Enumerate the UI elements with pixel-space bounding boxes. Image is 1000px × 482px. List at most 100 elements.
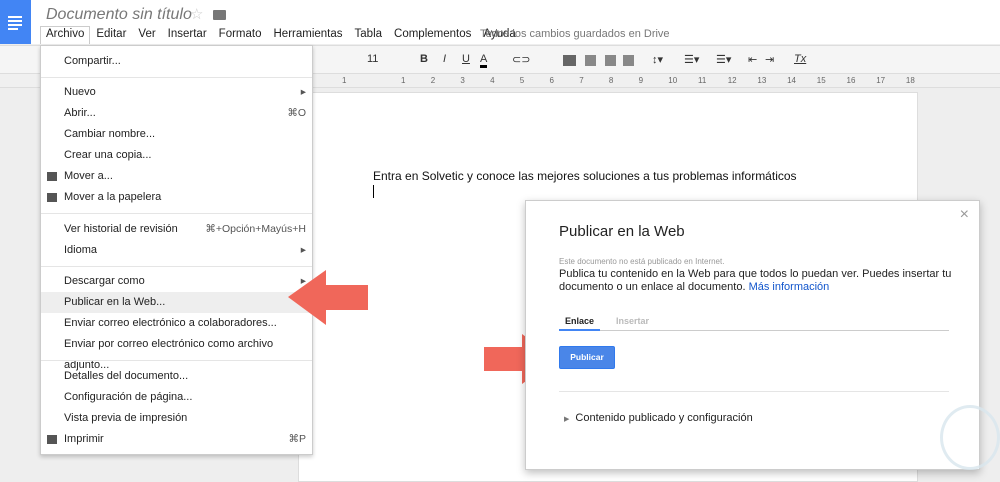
ruler-tick-label: 8 xyxy=(608,76,614,85)
menu-item-label: Idioma xyxy=(64,244,98,256)
ruler-tick-label: 1 xyxy=(342,76,347,85)
file-menu-item[interactable]: Cambiar nombre... xyxy=(41,124,312,145)
menu-tabla[interactable]: Tabla xyxy=(349,26,389,44)
folder-icon xyxy=(47,172,57,181)
menu-separator xyxy=(41,266,312,267)
published-content-expander[interactable]: ▶ Contenido publicado y configuración xyxy=(564,412,753,424)
file-menu-item[interactable]: Publicar en la Web... xyxy=(41,292,312,313)
menu-separator xyxy=(41,77,312,78)
menu-item-label: Vista previa de impresión xyxy=(64,412,188,424)
numbered-list-icon[interactable]: ☰▾ xyxy=(684,53,699,66)
ruler-tick-label: 7 xyxy=(579,76,584,85)
red-arrow-left xyxy=(288,270,368,325)
publish-button[interactable]: Publicar xyxy=(559,346,615,369)
menu-item-label: Cambiar nombre... xyxy=(64,128,156,140)
ruler-tick-label: 18 xyxy=(905,76,915,85)
folder-icon[interactable] xyxy=(213,10,226,20)
menu-herramientas[interactable]: Herramientas xyxy=(268,26,349,44)
print-icon xyxy=(47,435,57,444)
publish-status-note: Este documento no está publicado en Inte… xyxy=(559,257,725,266)
trash-icon xyxy=(47,193,57,202)
increase-indent-icon[interactable]: ⇥ xyxy=(765,53,774,66)
ruler-tick-label: 16 xyxy=(846,76,856,85)
menu-item-shortcut: ▸ xyxy=(300,244,306,256)
tab-enlace[interactable]: Enlace xyxy=(559,316,601,331)
file-menu-item[interactable]: Mover a... xyxy=(41,166,312,187)
expand-triangle-icon: ▶ xyxy=(564,416,570,423)
menu-complementos[interactable]: Complementos xyxy=(388,26,477,44)
menu-ver[interactable]: Ver xyxy=(132,26,161,44)
file-menu-item[interactable]: Detalles del documento... xyxy=(41,366,312,387)
align-center-icon[interactable] xyxy=(585,55,596,66)
font-size-select[interactable]: 11 xyxy=(367,53,378,65)
file-menu-item[interactable]: Enviar correo electrónico a colaboradore… xyxy=(41,313,312,334)
decrease-indent-icon[interactable]: ⇤ xyxy=(748,53,757,66)
menu-editar[interactable]: Editar xyxy=(90,26,132,44)
ruler-tick-label: 12 xyxy=(727,76,737,85)
file-menu-item[interactable]: Descargar como ▸ xyxy=(41,271,312,292)
menu-archivo[interactable]: Archivo xyxy=(40,26,91,44)
menu-item-shortcut: ⌘O xyxy=(287,107,306,119)
italic-button[interactable]: I xyxy=(443,53,446,65)
menu-item-label: Nuevo xyxy=(64,86,96,98)
text-cursor xyxy=(373,185,374,198)
file-menu-item[interactable]: Abrir... ⌘O xyxy=(41,103,312,124)
menu-item-label: Detalles del documento... xyxy=(64,370,189,382)
close-icon[interactable]: × xyxy=(960,206,969,224)
dialog-description: Publica tu contenido en la Web para que … xyxy=(559,268,959,294)
file-menu-item[interactable]: Compartir... xyxy=(41,51,312,72)
menu-separator xyxy=(41,213,312,214)
ruler-tick-label: 15 xyxy=(816,76,826,85)
align-left-icon[interactable] xyxy=(563,55,576,66)
document-body-text[interactable]: Entra en Solvetic y conoce las mejores s… xyxy=(373,169,797,183)
ruler-tick-label: 6 xyxy=(549,76,554,85)
menu-item-label: Mover a... xyxy=(64,170,113,182)
menu-item-label: Abrir... xyxy=(64,107,96,119)
ruler-tick-label: 5 xyxy=(519,76,525,85)
file-menu-item[interactable]: Crear una copia... xyxy=(41,145,312,166)
header: Documento sin título ☆ Archivo Editar Ve… xyxy=(0,0,1000,44)
ruler-tick-label: 2 xyxy=(430,76,436,85)
justify-icon[interactable] xyxy=(623,55,634,66)
menu-item-label: Descargar como xyxy=(64,275,145,287)
menu-separator xyxy=(41,360,312,361)
bold-button[interactable]: B xyxy=(420,53,428,65)
text-color-button[interactable]: A xyxy=(480,53,488,68)
docs-logo-icon[interactable] xyxy=(0,0,31,44)
file-menu-item[interactable]: Ver historial de revisión ⌘+Opción+Mayús+… xyxy=(41,219,312,240)
align-right-icon[interactable] xyxy=(605,55,616,66)
menu-item-label: Compartir... xyxy=(64,55,121,67)
clear-format-button[interactable]: Tx xyxy=(794,53,806,65)
file-menu-item[interactable]: Mover a la papelera xyxy=(41,187,312,208)
ruler-tick-label: 17 xyxy=(876,76,886,85)
document-title[interactable]: Documento sin título xyxy=(46,6,192,24)
menu-insertar[interactable]: Insertar xyxy=(162,26,213,44)
divider xyxy=(559,391,949,392)
menu-item-label: Crear una copia... xyxy=(64,149,152,161)
tab-insertar[interactable]: Insertar xyxy=(616,316,649,326)
menu-item-shortcut: ▸ xyxy=(300,86,306,98)
line-spacing-icon[interactable]: ↕▾ xyxy=(652,53,663,66)
file-menu-item[interactable]: Imprimir ⌘P xyxy=(41,429,312,450)
menu-item-label: Configuración de página... xyxy=(64,391,193,403)
more-info-link[interactable]: Más información xyxy=(749,281,830,293)
file-menu-item[interactable]: Configuración de página... xyxy=(41,387,312,408)
star-icon[interactable]: ☆ xyxy=(190,5,203,23)
ruler-tick-label: 10 xyxy=(668,76,678,85)
file-menu-item[interactable]: Nuevo ▸ xyxy=(41,82,312,103)
ruler-tick-label: 11 xyxy=(698,76,707,85)
bulleted-list-icon[interactable]: ☰▾ xyxy=(716,53,731,66)
menu-item-label: Mover a la papelera xyxy=(64,191,162,203)
file-menu-item[interactable]: Enviar por correo electrónico como archi… xyxy=(41,334,312,371)
file-menu-item[interactable]: Idioma ▸ xyxy=(41,240,312,261)
file-menu-item[interactable]: Vista previa de impresión xyxy=(41,408,312,429)
underline-button[interactable]: U xyxy=(462,53,470,65)
expander-label: Contenido publicado y configuración xyxy=(575,412,753,424)
link-icon[interactable]: ⊂⊃ xyxy=(512,53,530,66)
ruler-tick-label: 9 xyxy=(638,76,644,85)
menu-formato[interactable]: Formato xyxy=(213,26,268,44)
menu-item-label: Ver historial de revisión xyxy=(64,223,178,235)
ruler-tick-label: 4 xyxy=(490,76,495,85)
menu-item-shortcut: ⌘+Opción+Mayús+H xyxy=(205,223,306,235)
menu-item-shortcut: ⌘P xyxy=(288,433,306,445)
